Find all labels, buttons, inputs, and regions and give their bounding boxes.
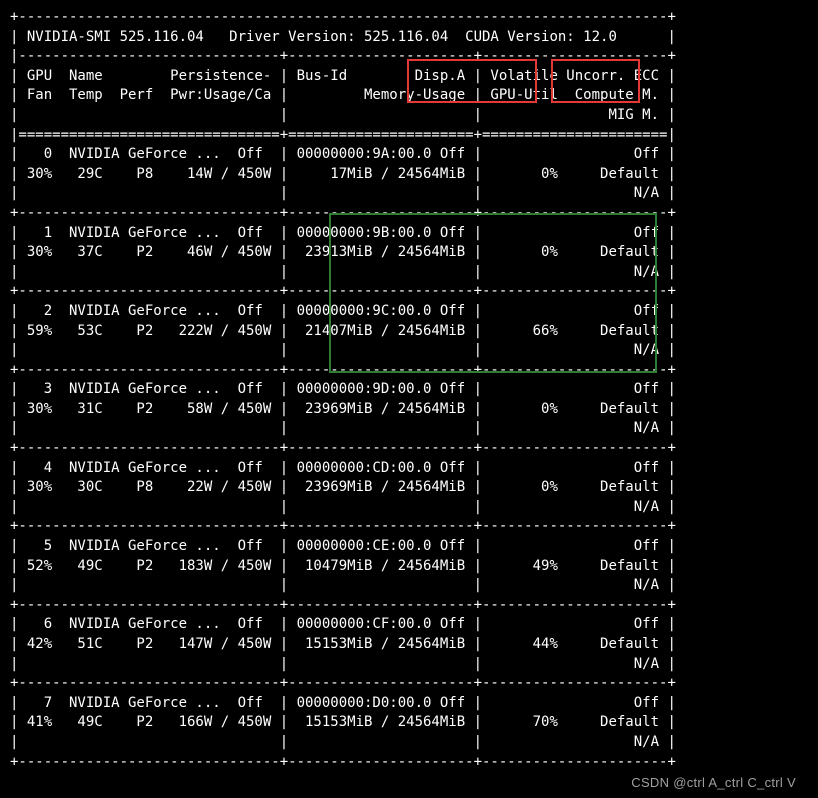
nvidia-smi-output: +---------------------------------------… bbox=[10, 8, 808, 772]
watermark: CSDN @ctrl A_ctrl C_ctrl V bbox=[631, 774, 796, 792]
highlight-gpu-rows bbox=[329, 213, 657, 373]
highlight-memory-header bbox=[407, 59, 537, 103]
highlight-gpu-util-header bbox=[551, 59, 640, 103]
